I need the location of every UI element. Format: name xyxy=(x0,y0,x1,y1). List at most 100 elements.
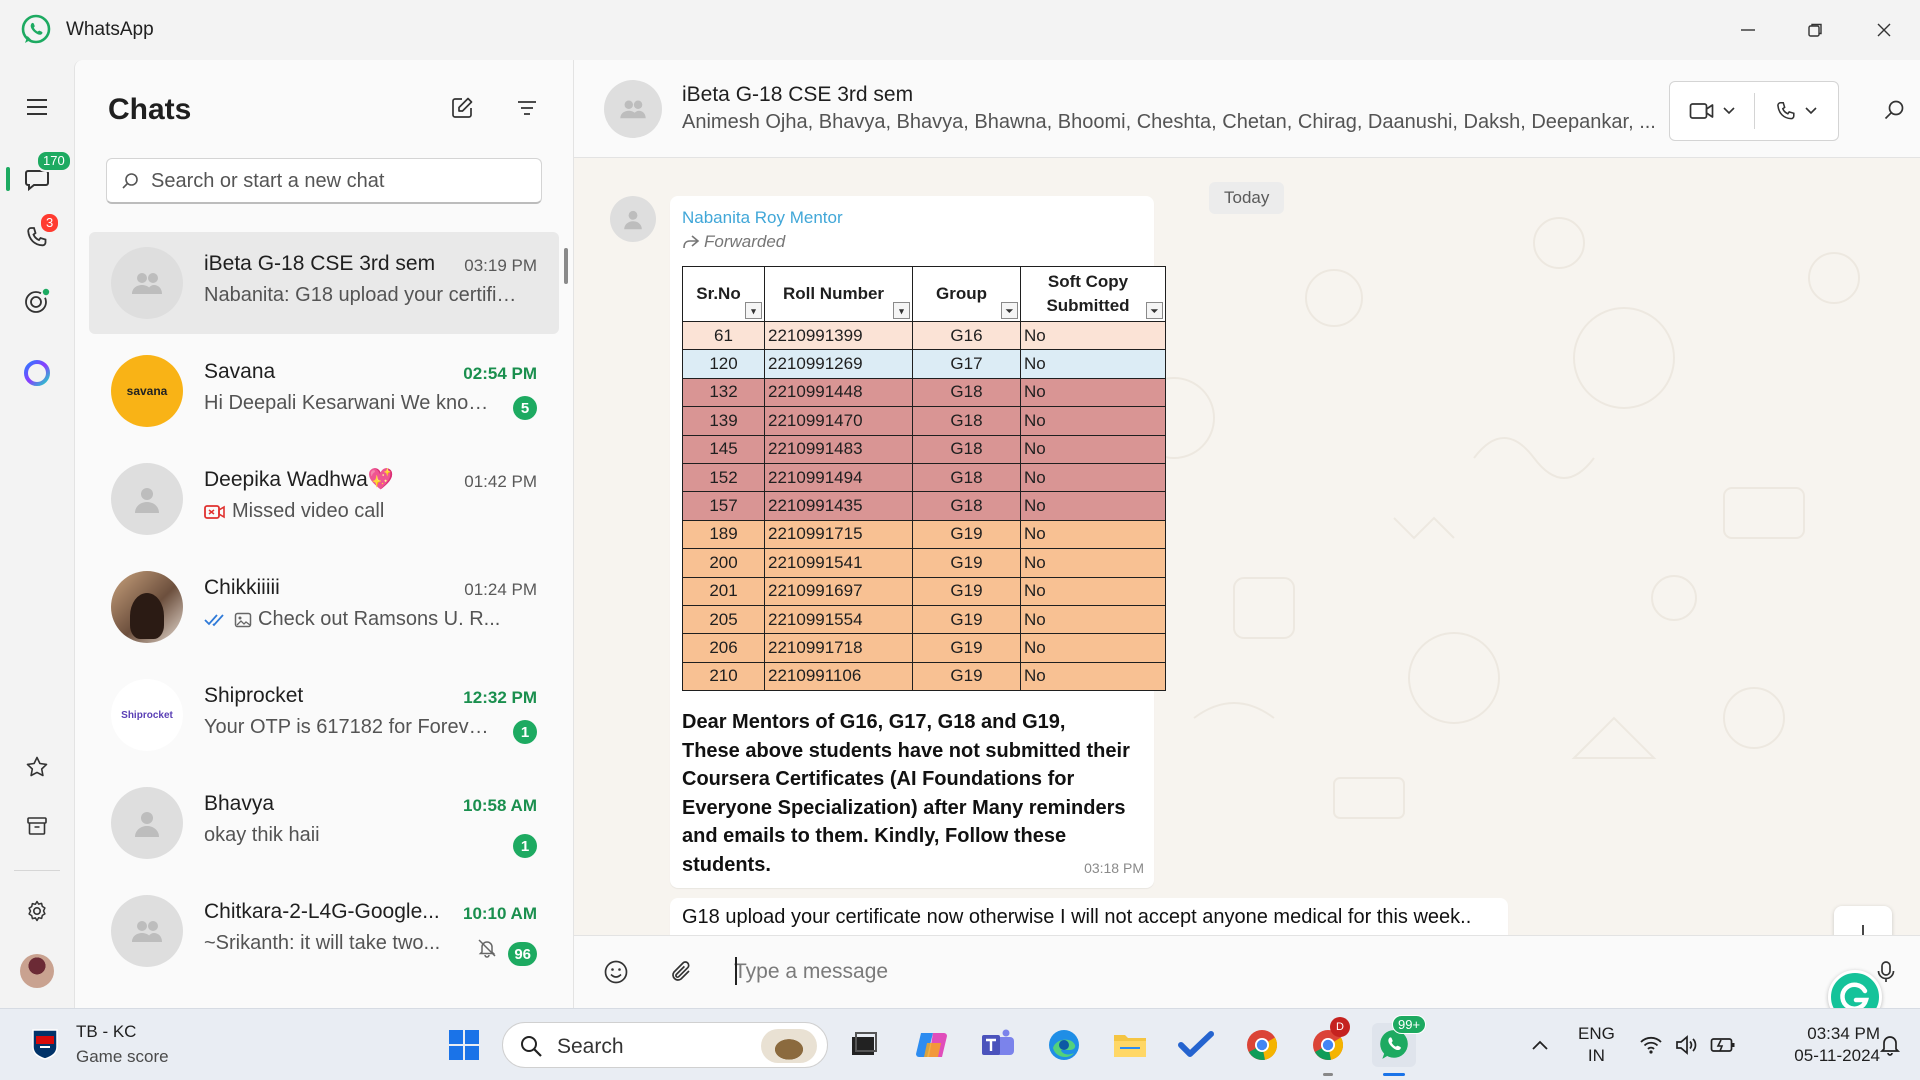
emoji-button[interactable] xyxy=(596,952,636,992)
close-icon xyxy=(1877,23,1891,37)
minimize-button[interactable] xyxy=(1728,12,1768,48)
input-language-indicator[interactable]: ENG IN xyxy=(1578,1023,1615,1067)
cell-soft-copy-submitted: No xyxy=(1020,548,1166,578)
system-clock[interactable]: 03:34 PM 05-11-2024 xyxy=(1750,1023,1880,1067)
scroll-to-bottom-button[interactable] xyxy=(1834,906,1892,935)
text-cursor xyxy=(735,957,737,985)
chat-item-chikkiiiii[interactable]: Chikkiiiii 01:24 PM Check out Ramsons U.… xyxy=(89,556,559,658)
message-bubble[interactable]: Nabanita Roy Mentor Forwarded Sr.No ▾ Rol… xyxy=(670,196,1166,888)
taskbar-file-explorer[interactable] xyxy=(1108,1023,1152,1067)
cell-group: G19 xyxy=(912,519,1021,550)
nav-chats-button[interactable]: 170 xyxy=(14,150,72,202)
cell-roll-number: 2210991541 xyxy=(764,548,913,578)
menu-button[interactable] xyxy=(14,84,60,130)
taskbar-whatsapp[interactable]: 99+ xyxy=(1372,1015,1427,1067)
taskbar-chrome-profile[interactable]: D xyxy=(1306,1017,1350,1067)
group-icon xyxy=(132,921,162,942)
cell-roll-number: 2210991470 xyxy=(764,406,913,436)
widget-subtitle[interactable]: Game score xyxy=(76,1047,169,1067)
restore-button[interactable] xyxy=(1795,12,1835,48)
compose-icon xyxy=(452,97,473,118)
pending-certificates-table: Sr.No ▾ Roll Number ▾ Group ⏷ Soft Copy Sub… xyxy=(682,266,1166,692)
taskbar-edge[interactable] xyxy=(1042,1023,1086,1067)
spreadsheet-image[interactable]: Sr.No ▾ Roll Number ▾ Group ⏷ Soft Copy Sub… xyxy=(682,266,1166,692)
group-avatar[interactable] xyxy=(604,80,662,138)
chat-item-chitkara[interactable]: Chitkara-2-L4G-Google... 10:10 AM ~Srika… xyxy=(89,880,559,982)
filter-chats-button[interactable] xyxy=(507,88,547,128)
notifications-button[interactable] xyxy=(1872,1023,1908,1067)
app-title: WhatsApp xyxy=(66,19,154,40)
chat-item-deepika[interactable]: Deepika Wadhwa💖 01:42 PM Missed video ca… xyxy=(89,448,559,550)
sender-avatar[interactable] xyxy=(610,196,656,242)
chat-search-input[interactable] xyxy=(151,167,531,195)
cell-group: G18 xyxy=(912,406,1021,436)
archived-button[interactable] xyxy=(14,803,60,849)
nfl-widget-icon[interactable] xyxy=(30,1027,64,1061)
chats-unread-badge: 170 xyxy=(36,150,72,172)
group-icon xyxy=(620,100,646,119)
widget-title[interactable]: TB - KC xyxy=(76,1022,136,1042)
close-button[interactable] xyxy=(1864,12,1904,48)
cell-soft-copy-submitted: No xyxy=(1020,349,1166,379)
chat-time: 02:54 PM xyxy=(463,364,537,383)
group-members-list: Animesh Ojha, Bhavya, Bhavya, Bhawna, Bh… xyxy=(682,111,1656,133)
chat-item-ibeta-g18[interactable]: iBeta G-18 CSE 3rd sem 03:19 PM Nabanita… xyxy=(89,232,559,334)
gear-icon xyxy=(28,900,46,922)
new-chat-button[interactable] xyxy=(442,88,482,128)
attach-button[interactable] xyxy=(662,952,702,992)
profile-avatar xyxy=(20,954,54,988)
active-indicator xyxy=(6,167,10,191)
emoji-icon xyxy=(604,960,628,984)
chat-item-bhavya[interactable]: Bhavya 10:58 AM okay thik haii 1 xyxy=(89,772,559,874)
settings-button[interactable] xyxy=(14,888,60,934)
message-sender[interactable]: Nabanita Roy Mentor xyxy=(682,208,843,228)
chat-search-box[interactable] xyxy=(106,158,542,204)
message-bubble[interactable]: G18 upload your certificate now otherwis… xyxy=(670,898,1508,935)
voice-call-button[interactable] xyxy=(1755,82,1839,140)
chat-time: 01:24 PM xyxy=(464,580,537,599)
image-icon xyxy=(234,612,252,627)
search-in-chat-button[interactable] xyxy=(1874,90,1914,130)
default-avatar xyxy=(111,787,183,859)
navigation-rail: 170 3 xyxy=(0,60,74,1008)
show-hidden-icons-button[interactable] xyxy=(1518,1023,1562,1067)
microphone-icon xyxy=(1877,961,1895,982)
nav-calls-button[interactable]: 3 xyxy=(14,212,61,260)
conversation-header[interactable]: iBeta G-18 CSE 3rd sem Animesh Ojha, Bha… xyxy=(574,60,1920,158)
chat-item-shiprocket[interactable]: Shiprocket Shiprocket 12:32 PM Your OTP … xyxy=(89,664,559,766)
funnel-filter-icon: ⏷ xyxy=(1001,302,1018,319)
windows-logo-icon xyxy=(449,1030,479,1060)
chat-list-scrollbar[interactable] xyxy=(564,248,568,284)
taskbar-search[interactable]: Search xyxy=(502,1022,828,1068)
message-text: Dear Mentors of G16, G17, G18 and G19, T… xyxy=(682,711,1130,876)
cell-sr-no: 120 xyxy=(682,349,765,379)
taskbar-chrome[interactable] xyxy=(1240,1023,1284,1067)
taskbar-copilot[interactable] xyxy=(911,1023,955,1067)
messages-area[interactable]: Today Nabanita Roy Mentor Forwarded Sr.N… xyxy=(574,158,1920,935)
battery-charging-icon xyxy=(1710,1038,1735,1052)
battery-status[interactable] xyxy=(1708,1023,1738,1067)
chat-item-savana[interactable]: savana Savana 02:54 PM Hi Deepali Kesarw… xyxy=(89,340,559,442)
taskbar-todo[interactable] xyxy=(1174,1023,1218,1067)
checkmark-todo-icon xyxy=(1178,1031,1214,1057)
conversation-title[interactable]: iBeta G-18 CSE 3rd sem xyxy=(682,83,913,107)
filter-icon xyxy=(518,101,536,115)
video-call-button[interactable] xyxy=(1670,82,1754,140)
cell-group: G18 xyxy=(912,491,1021,521)
message-input[interactable] xyxy=(734,956,1834,988)
nav-status-button[interactable] xyxy=(14,278,60,324)
cell-group: G19 xyxy=(912,604,1021,635)
start-button[interactable] xyxy=(442,1023,486,1067)
taskbar-teams[interactable] xyxy=(976,1023,1020,1067)
contact-photo-avatar xyxy=(111,571,183,643)
table-body: 61 2210991399 G16 No 120 2210991269 G17 No 132 22… xyxy=(682,320,1166,692)
meta-ai-button[interactable] xyxy=(14,350,60,396)
taskbar-task-view[interactable] xyxy=(842,1023,886,1067)
starred-messages-button[interactable] xyxy=(14,744,60,790)
wifi-status[interactable] xyxy=(1636,1023,1666,1067)
profile-avatar-button[interactable] xyxy=(14,948,60,994)
missed-video-call-icon xyxy=(204,504,225,519)
group-avatar xyxy=(111,247,183,319)
volume-status[interactable] xyxy=(1672,1023,1702,1067)
rail-divider xyxy=(14,870,60,871)
